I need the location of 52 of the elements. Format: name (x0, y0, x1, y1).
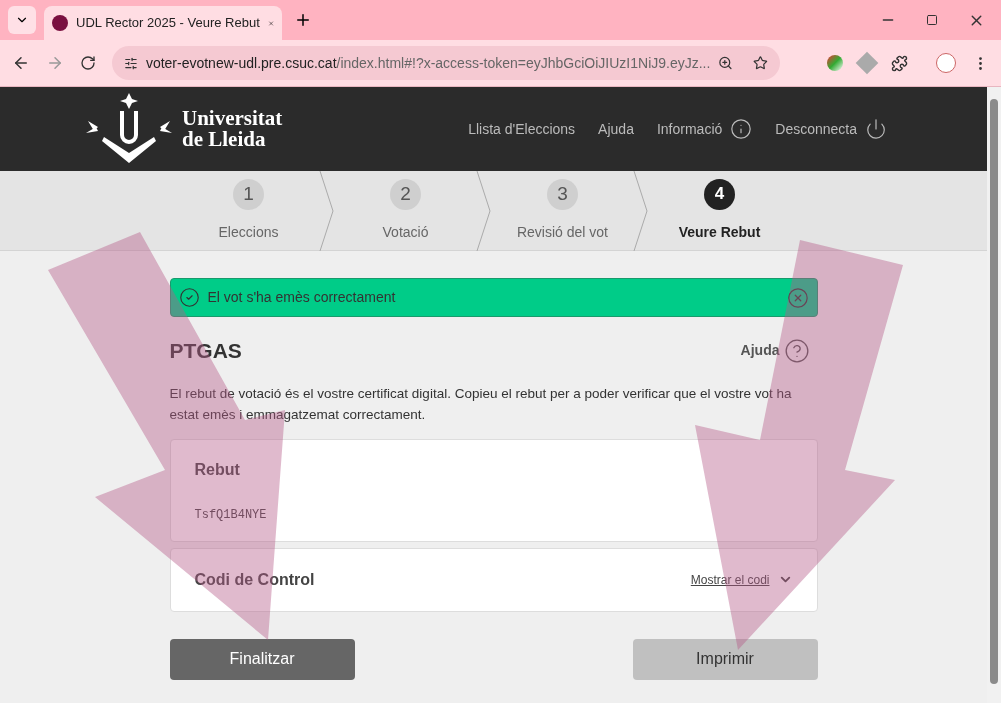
finish-button[interactable]: Finalitzar (169, 638, 355, 680)
extensions-icon[interactable] (891, 54, 908, 72)
step-label: Votació (382, 222, 429, 242)
control-code-label: Codi de Control (194, 569, 316, 590)
extension-icon[interactable] (827, 55, 843, 71)
show-code-link[interactable]: Mostrar el codi (690, 570, 793, 589)
description-text: El rebut de votació és el vostre certificat digital. Copieu el rebut per a poder verificar que el vostre vot ha estat emès i emmagatzemat correctament. (169, 384, 793, 424)
nav-link[interactable]: Llista d'Eleccions (468, 118, 576, 140)
power-icon (865, 118, 887, 140)
step-tab[interactable]: 3 Revisió del vot (484, 171, 641, 250)
print-button[interactable]: Imprimir (632, 638, 818, 680)
step-label: Eleccions (218, 222, 279, 242)
new-tab-icon[interactable] (294, 11, 312, 29)
step-tab[interactable]: 2 Votació (327, 171, 484, 250)
receipt-label: Rebut (194, 459, 241, 480)
site-settings-icon (124, 55, 138, 71)
info-icon (730, 118, 753, 140)
check-circle-icon (178, 287, 200, 308)
close-alert-icon[interactable] (786, 286, 809, 309)
logo-text: de Lleida (182, 129, 267, 150)
step-tab[interactable]: 4 Veure Rebut (641, 171, 798, 250)
step-tab[interactable]: 1 Eleccions (170, 171, 327, 250)
step-separator-icon (633, 171, 649, 251)
zoom-icon[interactable] (718, 55, 734, 71)
step-label: Revisió del vot (516, 222, 608, 242)
logo-text: Universitat (182, 108, 283, 129)
tab-title: UDL Rector 2025 - Veure Rebut (76, 14, 260, 33)
step-number: 3 (547, 178, 578, 210)
nav-link[interactable]: Ajuda (598, 118, 634, 140)
step-separator-icon (319, 171, 335, 251)
back-icon[interactable] (12, 54, 30, 72)
step-number: 1 (233, 178, 264, 210)
receipt-code: TsfQ1B4NYE (194, 506, 268, 524)
election-title: PTGAS (169, 338, 243, 364)
maximize-icon[interactable] (926, 14, 938, 26)
help-icon (783, 337, 810, 364)
reload-icon[interactable] (80, 55, 96, 71)
step-number: 2 (390, 178, 421, 210)
step-label: Veure Rebut (678, 222, 761, 242)
nav-link[interactable]: Informació (656, 118, 753, 140)
profile-icon[interactable] (936, 53, 956, 73)
nav-link[interactable]: Desconnecta (775, 118, 887, 140)
bookmark-star-icon[interactable] (753, 55, 768, 71)
site-favicon (52, 15, 68, 31)
step-separator-icon (476, 171, 492, 251)
url-text: voter-evotnew-udl.pre.csuc.cat/index.html#!?x-access-token=eyJhbGciOiJIUzI1NiJ9.eyJz... (145, 53, 711, 73)
alert-text: El vot s'ha emès correctament (207, 288, 397, 307)
university-crest-icon (84, 93, 174, 165)
browser-tab[interactable]: UDL Rector 2025 - Veure Rebut (44, 6, 282, 40)
address-bar[interactable]: voter-evotnew-udl.pre.csuc.cat/index.html#!?x-access-token=eyJhbGciOiJIUzI1NiJ9.eyJz... (112, 46, 780, 80)
help-link[interactable]: Ajuda (740, 337, 810, 364)
step-number: 4 (704, 178, 735, 210)
